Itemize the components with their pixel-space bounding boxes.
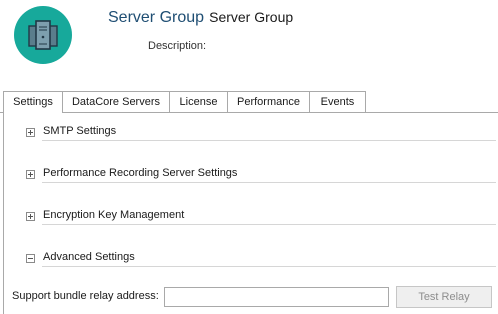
section-label: Performance Recording Server Settings [43,167,238,179]
tab-performance[interactable]: Performance [227,91,310,112]
tab-label: Events [320,96,355,108]
description-label: Description: [148,40,207,52]
section-encryption-key-management[interactable]: Encryption Key Management [26,208,496,226]
expand-icon[interactable] [26,212,35,221]
tab-license[interactable]: License [169,91,228,112]
section-performance-recording[interactable]: Performance Recording Server Settings [26,166,496,184]
expand-icon[interactable] [26,128,35,137]
relay-address-label: Support bundle relay address: [12,290,159,302]
title-main: Server Group [108,9,205,26]
tab-datacore-servers[interactable]: DataCore Servers [62,91,170,112]
section-label: Encryption Key Management [43,209,185,221]
tab-label: License [179,96,218,108]
tab-label: Performance [237,96,300,108]
section-divider [42,266,496,267]
page-title: Server Group Server Group [108,9,293,27]
tab-label: Settings [13,96,53,108]
section-advanced-settings[interactable]: Advanced Settings [26,250,496,268]
collapse-icon[interactable] [26,254,35,263]
tab-settings[interactable]: Settings [3,91,63,113]
title-sub: Server Group [209,9,294,25]
header: Server Group Server Group Description: [0,0,498,92]
tab-events[interactable]: Events [309,91,366,112]
section-smtp-settings[interactable]: SMTP Settings [26,124,496,142]
relay-address-input[interactable] [164,287,389,307]
section-label: Advanced Settings [43,251,135,263]
tab-strip: Settings DataCore Servers License Perfor… [0,91,498,113]
section-divider [42,140,496,141]
section-divider [42,182,496,183]
server-group-icon [14,6,72,64]
section-divider [42,224,496,225]
tab-label: DataCore Servers [71,96,161,108]
expand-icon[interactable] [26,170,35,179]
section-label: SMTP Settings [43,125,117,137]
test-relay-button[interactable]: Test Relay [396,286,492,308]
